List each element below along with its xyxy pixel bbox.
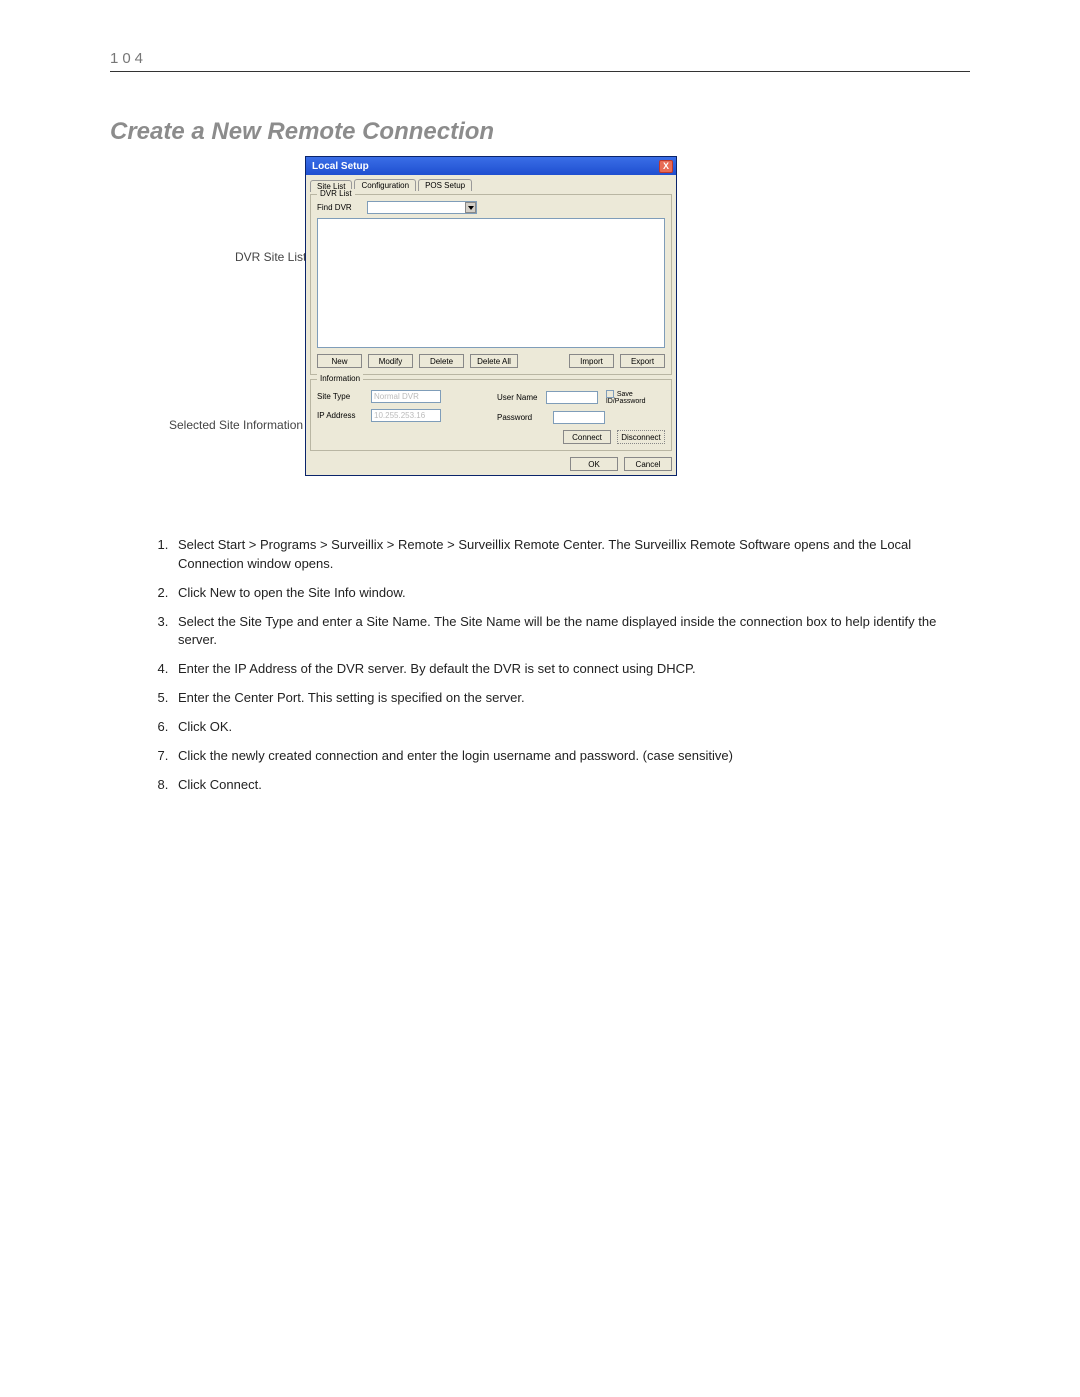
instruction-step: Click OK.	[172, 718, 960, 737]
page-number: 104	[110, 50, 147, 67]
save-id-password-checkbox-label: Save ID/Password	[606, 390, 665, 405]
information-label: Information	[317, 374, 363, 383]
find-dvr-label: Find DVR	[317, 203, 363, 212]
callout-selected-site-info: Selected Site Information	[169, 418, 303, 432]
instruction-step: Enter the IP Address of the DVR server. …	[172, 660, 960, 679]
export-button[interactable]: Export	[620, 354, 665, 368]
ok-button[interactable]: OK	[570, 457, 618, 471]
close-icon[interactable]: X	[659, 160, 673, 173]
instruction-step: Click the newly created connection and e…	[172, 747, 960, 766]
instruction-step: Click New to open the Site Info window.	[172, 584, 960, 603]
ip-address-label: IP Address	[317, 411, 367, 420]
disconnect-button[interactable]: Disconnect	[617, 430, 665, 444]
tab-configuration[interactable]: Configuration	[354, 179, 416, 191]
page-header: 104	[110, 50, 970, 72]
find-dvr-combo[interactable]	[367, 201, 477, 214]
dvr-list-label: DVR List	[317, 189, 355, 198]
callout-dvr-site-list: DVR Site List	[235, 250, 306, 264]
dialog-body: Site List Configuration POS Setup DVR Li…	[306, 175, 676, 475]
ip-address-field[interactable]	[371, 409, 441, 422]
dialog-title: Local Setup	[312, 161, 369, 172]
instruction-step: Select Start > Programs > Surveillix > R…	[172, 536, 960, 574]
instruction-step: Enter the Center Port. This setting is s…	[172, 689, 960, 708]
delete-button[interactable]: Delete	[419, 354, 464, 368]
password-field[interactable]	[553, 411, 605, 424]
dvr-site-list[interactable]	[317, 218, 665, 348]
dvr-list-group: DVR List Find DVR New Modify Delete Dele…	[310, 194, 672, 375]
dialog-titlebar: Local Setup X	[306, 157, 676, 175]
tab-pos-setup[interactable]: POS Setup	[418, 179, 472, 191]
connect-button[interactable]: Connect	[563, 430, 611, 444]
user-name-field[interactable]	[546, 391, 598, 404]
new-button[interactable]: New	[317, 354, 362, 368]
instruction-step: Select the Site Type and enter a Site Na…	[172, 613, 960, 651]
section-title: Create a New Remote Connection	[110, 118, 970, 146]
instruction-list: Select Start > Programs > Surveillix > R…	[172, 536, 960, 794]
tab-strip: Site List Configuration POS Setup	[310, 179, 672, 191]
chevron-down-icon[interactable]	[465, 202, 476, 213]
local-setup-dialog: Local Setup X Site List Configuration PO…	[305, 156, 677, 476]
save-id-password-checkbox[interactable]	[606, 390, 614, 398]
user-name-label: User Name	[497, 393, 542, 402]
site-type-field[interactable]	[371, 390, 441, 403]
instruction-step: Click Connect.	[172, 776, 960, 795]
figure-container: DVR Site List Import/Export saved config…	[110, 156, 970, 506]
password-label: Password	[497, 413, 549, 422]
site-type-label: Site Type	[317, 392, 367, 401]
delete-all-button[interactable]: Delete All	[470, 354, 518, 368]
modify-button[interactable]: Modify	[368, 354, 413, 368]
information-group: Information Site Type IP Address	[310, 379, 672, 451]
import-button[interactable]: Import	[569, 354, 614, 368]
cancel-button[interactable]: Cancel	[624, 457, 672, 471]
